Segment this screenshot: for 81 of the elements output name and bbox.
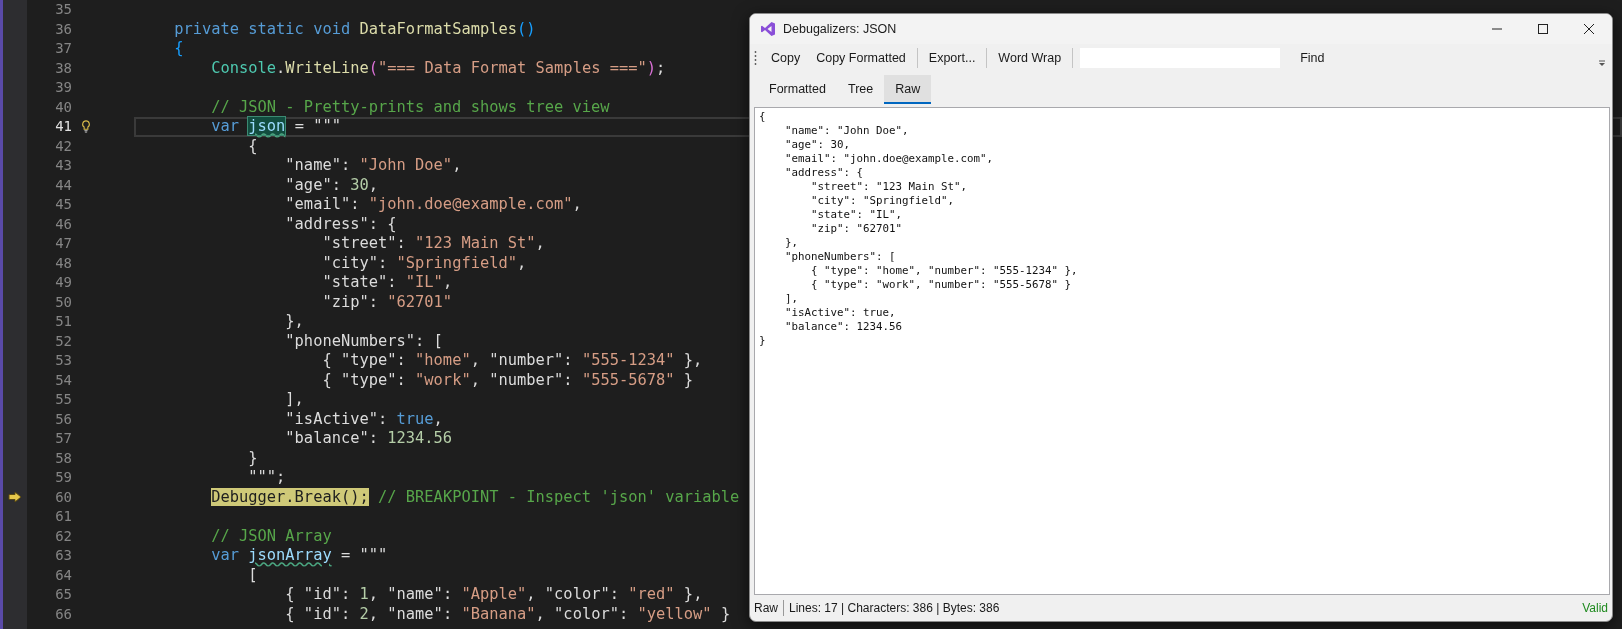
line-number: 61 (54, 507, 72, 526)
code-line: { "id": 2, "name": "Banana", "color": "yellow" } (284, 604, 731, 623)
line-number: 57 (54, 429, 72, 448)
line-number: 37 (54, 39, 72, 58)
line-number: 56 (54, 409, 72, 429)
line-number: 35 (54, 0, 72, 19)
line-number: 38 (54, 58, 72, 78)
code-line: // JSON Array (210, 526, 332, 545)
code-line: "balance": 1234.56 (284, 429, 453, 447)
code-line: var json = """ (210, 117, 341, 135)
code-line: var jsonArray = """ (210, 546, 388, 564)
window-title: Debugalizers: JSON (783, 22, 897, 36)
line-number: 65 (54, 585, 72, 604)
lightbulb-icon[interactable] (81, 120, 91, 134)
toolbar-button[interactable]: Word Wrap (990, 47, 1070, 69)
code-line: "age": 30, (284, 175, 379, 194)
code-line: "isActive": true, (284, 409, 443, 428)
code-line: "state": "IL", (321, 273, 453, 291)
line-number: 48 (54, 253, 72, 273)
tab[interactable]: Tree (836, 75, 885, 104)
status-mode: Raw (754, 601, 778, 615)
code-line: [ (247, 565, 258, 584)
code-line: { (173, 39, 184, 57)
code-line: "email": "john.doe@example.com", (284, 195, 582, 213)
line-number: 41 (54, 117, 72, 136)
code-line: private static void DataFormatSamples() (173, 19, 536, 38)
line-number: 45 (54, 195, 72, 214)
toolbar-button[interactable]: Copy (763, 47, 809, 69)
code-line: { "type": "home", "number": "555-1234" }, (321, 351, 703, 369)
validity-status: Valid (1582, 601, 1608, 615)
line-number: 44 (54, 175, 72, 195)
line-number: 47 (54, 234, 72, 253)
toolbar-button[interactable]: Export... (920, 47, 984, 69)
status-stats: Lines: 17 | Characters: 386 | Bytes: 386 (789, 601, 1000, 615)
raw-json-text: { "name": "John Doe", "age": 30, "email": "john.doe@example.com", "address": { "street": "123 Main St", "city": "Springfield", "state": "IL", "zip": "62701" }, "phoneNumbers": [ { "type": "home", "number": "555-1234" }, { "type": "work", "number": "555-5678" } ], "isActive": true, "balance": 1234.56 } (759, 110, 1078, 348)
line-number: 43 (54, 156, 72, 175)
toolbar-button[interactable]: Find (1292, 47, 1333, 69)
line-number: 50 (54, 292, 72, 312)
execution-arrow-icon (8, 491, 22, 504)
line-number: 62 (54, 526, 72, 546)
code-line: }, (284, 312, 304, 330)
code-line: Console.WriteLine("=== Data Format Samples ==="); (210, 58, 666, 77)
code-line: "zip": "62701" (321, 292, 453, 311)
maximize-icon (1538, 24, 1548, 34)
line-number: 66 (54, 604, 72, 624)
code-line: "street": "123 Main St", (321, 234, 545, 252)
line-number: 46 (54, 214, 72, 234)
line-number: 49 (54, 273, 72, 292)
code-line: "address": { (284, 214, 397, 233)
line-number: 36 (54, 19, 72, 39)
code-line: "city": "Springfield", (321, 253, 527, 272)
code-line: { (247, 136, 258, 155)
code-line: Debugger.Break(); // BREAKPOINT - Inspect 'json' variable (210, 487, 740, 506)
line-number: 40 (54, 97, 72, 117)
line-number: 51 (54, 312, 72, 331)
code-line: """; (247, 468, 286, 486)
code-line: } (247, 448, 258, 467)
tab[interactable]: Formatted (758, 75, 837, 104)
tab[interactable]: Raw (884, 75, 932, 104)
code-line: { "type": "work", "number": "555-5678" } (321, 370, 694, 389)
line-number: 59 (54, 468, 72, 487)
line-number: 55 (54, 390, 72, 409)
overflow-caret-icon[interactable] (1598, 59, 1606, 67)
line-number: 39 (54, 78, 72, 97)
line-number: 54 (54, 370, 72, 390)
code-line: { "id": 1, "name": "Apple", "color": "red" }, (284, 585, 703, 603)
line-number: 60 (54, 487, 72, 507)
toolbar-button[interactable]: Copy Formatted (808, 47, 914, 69)
line-number: 63 (54, 546, 72, 565)
line-number: 58 (54, 448, 72, 468)
line-number: 64 (54, 565, 72, 585)
code-line: "phoneNumbers": [ (284, 331, 443, 350)
line-number: 42 (54, 136, 72, 156)
line-number: 53 (54, 351, 72, 370)
code-line: // JSON - Pretty-prints and shows tree view (210, 97, 610, 116)
app-logo-icon (760, 21, 776, 37)
close-icon (1584, 24, 1594, 34)
grip-icon[interactable] (754, 50, 757, 66)
code-line: ], (284, 390, 304, 408)
line-number: 52 (54, 331, 72, 351)
code-line: "name": "John Doe", (284, 156, 462, 174)
